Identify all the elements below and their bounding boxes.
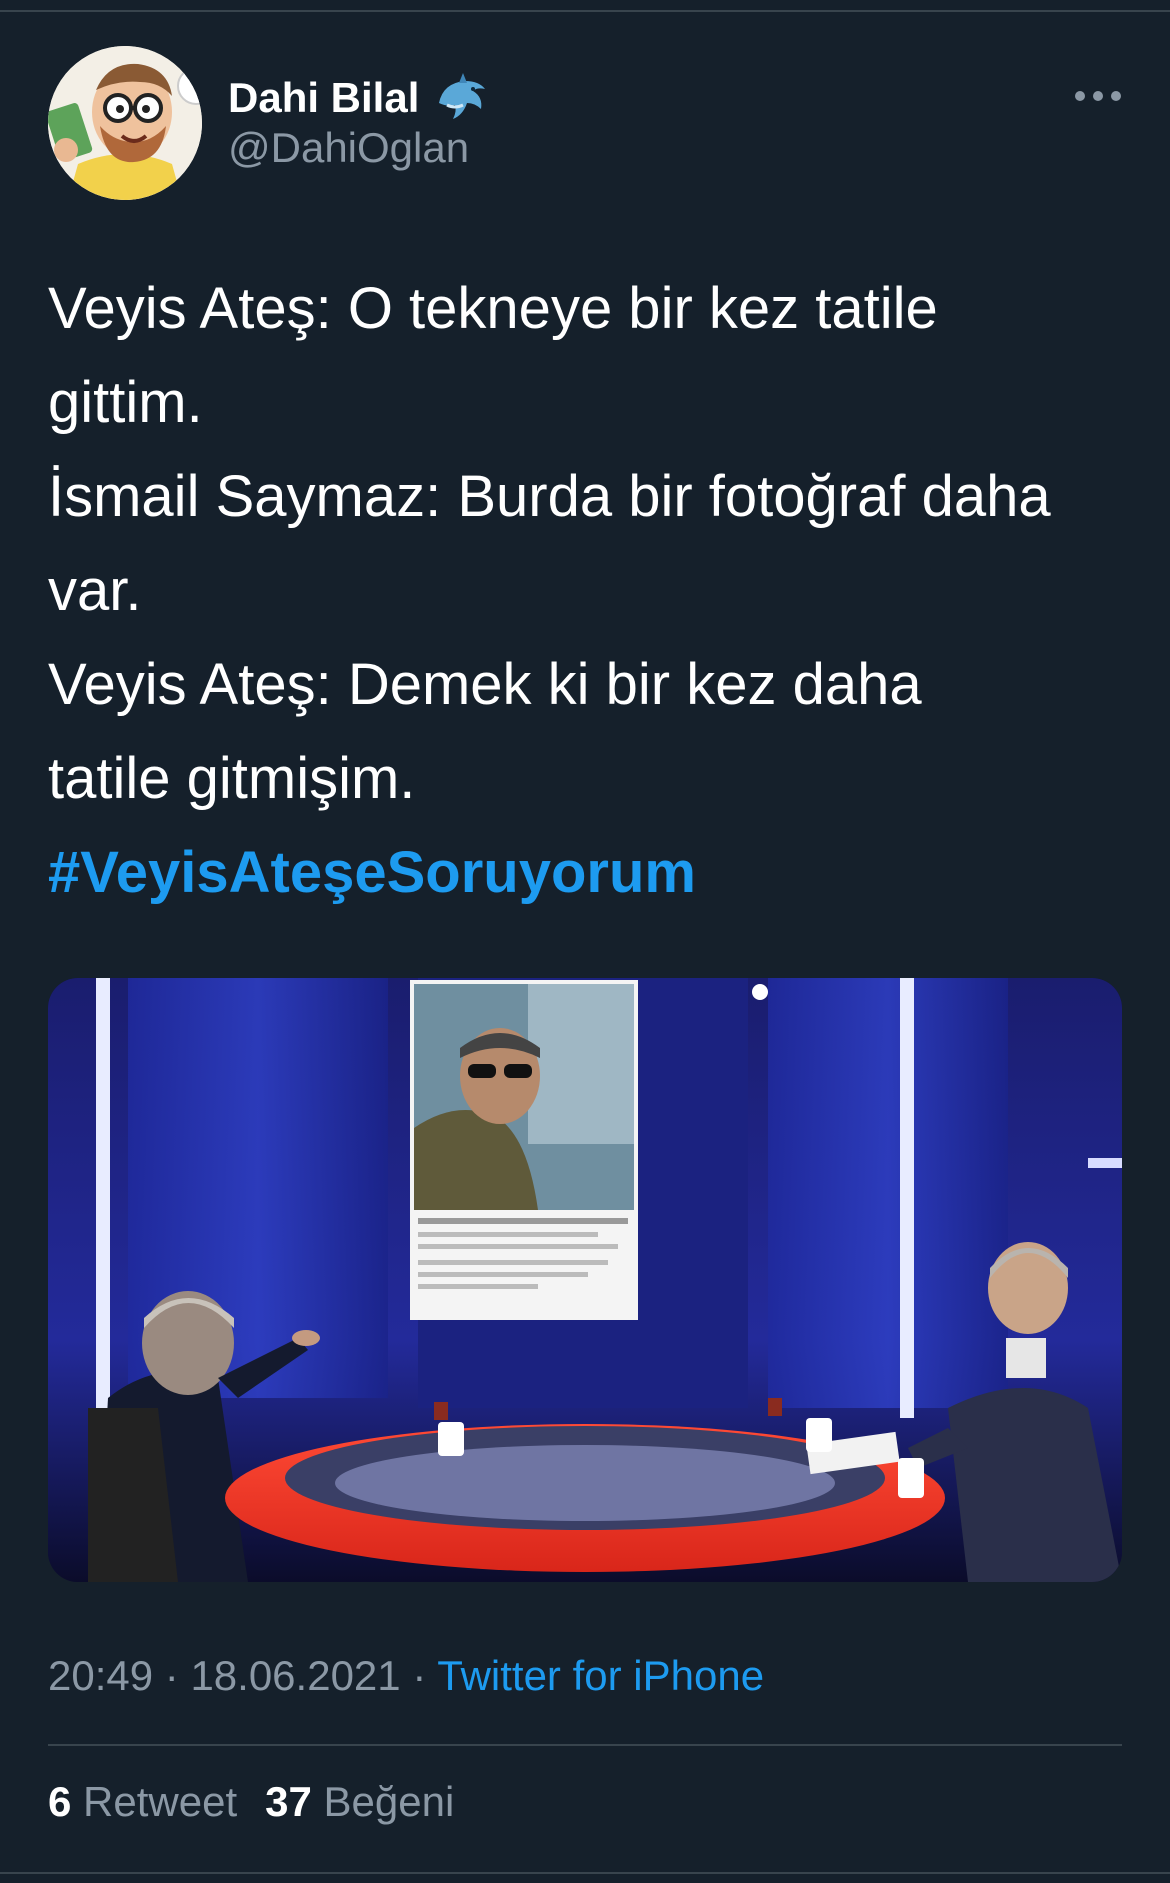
likes-count: 37: [265, 1778, 312, 1825]
name-row[interactable]: Dahi Bilal: [228, 68, 489, 128]
tweet-meta: 20:49 · 18.06.2021 · Twitter for iPhone: [48, 1652, 764, 1708]
tweet-date: 18.06.2021: [190, 1652, 401, 1699]
bottom-divider: [0, 1872, 1170, 1874]
retweets-stat[interactable]: 6 Retweet: [48, 1778, 237, 1825]
dolphin-emoji-icon: [433, 73, 489, 123]
top-divider: [0, 0, 1170, 12]
tweet-media-image[interactable]: [48, 978, 1122, 1582]
tweet-line: Veyis Ateş: Demek ki bir kez daha: [48, 652, 922, 717]
avatar[interactable]: [48, 46, 202, 200]
hashtag-link[interactable]: #VeyisAteşeSoruyorum: [48, 826, 1122, 920]
cartoon-avatar-image: [48, 46, 202, 200]
tweet-source-link[interactable]: Twitter for iPhone: [437, 1652, 764, 1699]
tv-studio-photo: [48, 978, 1122, 1582]
user-handle[interactable]: @DahiOglan: [228, 124, 469, 172]
tweet-stats: 6 Retweet 37 Beğeni: [48, 1778, 454, 1834]
meta-separator: ·: [400, 1652, 438, 1699]
tweet-header: Dahi Bilal @DahiOglan: [48, 46, 1122, 200]
tweet-line: İsmail Saymaz: Burda bir fotoğraf daha: [48, 464, 1051, 529]
more-horizontal-icon[interactable]: [1074, 86, 1122, 106]
stats-divider: [48, 1744, 1122, 1746]
likes-stat[interactable]: 37 Beğeni: [265, 1778, 454, 1825]
tweet-line: Veyis Ateş: O tekneye bir kez tatile: [48, 276, 938, 341]
tweet-time: 20:49: [48, 1652, 154, 1699]
retweets-count: 6: [48, 1778, 72, 1825]
tweet-line: tatile gitmişim.: [48, 746, 416, 811]
display-name[interactable]: Dahi Bilal: [228, 74, 419, 122]
likes-label: Beğeni: [323, 1778, 455, 1825]
tweet-line: gittim.: [48, 370, 203, 435]
tweet-line: var.: [48, 558, 142, 623]
meta-separator: ·: [153, 1652, 191, 1699]
retweets-label: Retweet: [83, 1778, 238, 1825]
tweet-text: Veyis Ateş: O tekneye bir kez tatile git…: [48, 262, 1122, 920]
